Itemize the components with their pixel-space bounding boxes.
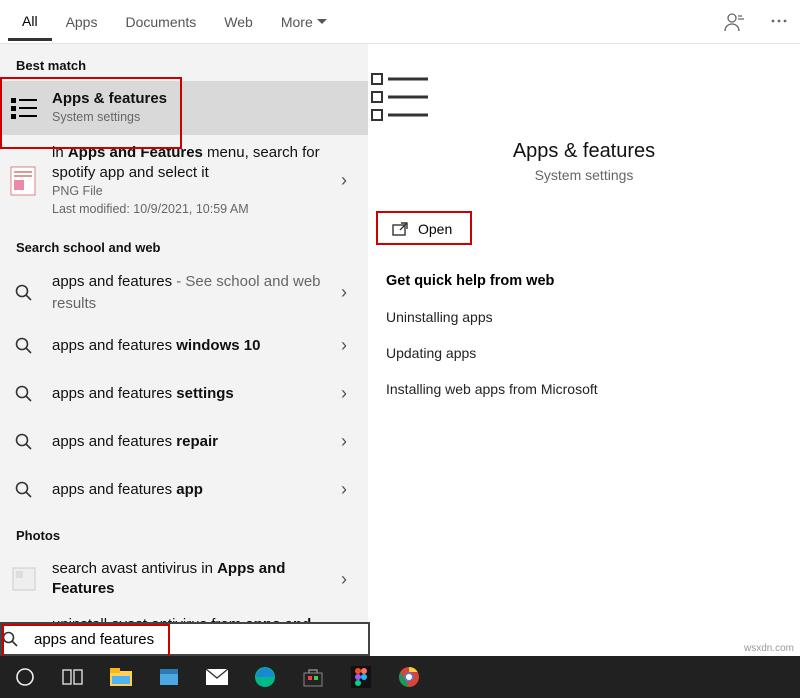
search-box[interactable] bbox=[0, 622, 370, 656]
result-png-file[interactable]: in Apps and Features menu, search for sp… bbox=[0, 135, 368, 227]
search-filter-tabs: All Apps Documents Web More bbox=[0, 0, 800, 44]
taskbar-cortana-icon[interactable] bbox=[12, 664, 38, 690]
chevron-right-icon[interactable]: › bbox=[332, 335, 356, 356]
chevron-right-icon[interactable]: › bbox=[332, 479, 356, 500]
section-best-match: Best match bbox=[0, 44, 368, 81]
settings-list-icon bbox=[368, 70, 800, 126]
result-file-kind: PNG File bbox=[52, 183, 328, 201]
chevron-right-icon[interactable]: › bbox=[332, 431, 356, 452]
chevron-right-icon[interactable]: › bbox=[332, 282, 356, 303]
taskbar-store-icon[interactable] bbox=[300, 664, 326, 690]
taskbar-chrome-icon[interactable] bbox=[396, 664, 422, 690]
section-photos: Photos bbox=[0, 514, 368, 551]
chevron-right-icon[interactable]: › bbox=[332, 569, 356, 590]
taskbar-app-icon[interactable] bbox=[156, 664, 182, 690]
web-result-0[interactable]: apps and features - See school and web r… bbox=[0, 263, 368, 322]
section-school-web: Search school and web bbox=[0, 226, 368, 263]
settings-list-icon bbox=[8, 92, 40, 124]
help-link-installing[interactable]: Installing web apps from Microsoft bbox=[368, 371, 800, 407]
search-icon bbox=[8, 378, 40, 410]
web-result-1[interactable]: apps and features windows 10 › bbox=[0, 322, 368, 370]
taskbar-mail-icon[interactable] bbox=[204, 664, 230, 690]
pane-title: Apps & features bbox=[368, 140, 800, 163]
search-icon bbox=[8, 277, 40, 309]
tab-more[interactable]: More bbox=[267, 4, 341, 39]
result-file-title: in Apps and Features menu, search for sp… bbox=[52, 143, 328, 184]
result-file-modified: Last modified: 10/9/2021, 10:59 AM bbox=[52, 201, 328, 219]
web-result-2[interactable]: apps and features settings › bbox=[0, 370, 368, 418]
taskbar-taskview-icon[interactable] bbox=[60, 664, 86, 690]
help-link-uninstalling[interactable]: Uninstalling apps bbox=[368, 299, 800, 335]
watermark: wsxdn.com bbox=[744, 643, 794, 654]
taskbar-explorer-icon[interactable] bbox=[108, 664, 134, 690]
search-input[interactable] bbox=[34, 624, 368, 654]
open-button[interactable]: Open bbox=[378, 213, 478, 245]
web-result-3[interactable]: apps and features repair › bbox=[0, 418, 368, 466]
help-link-updating[interactable]: Updating apps bbox=[368, 335, 800, 371]
results-list: Best match Apps & features System settin… bbox=[0, 44, 368, 656]
result-subtitle: System settings bbox=[52, 109, 328, 127]
search-icon bbox=[2, 631, 34, 647]
search-icon bbox=[8, 330, 40, 362]
pane-subtitle: System settings bbox=[368, 167, 800, 183]
account-icon[interactable] bbox=[724, 12, 746, 32]
taskbar-edge-icon[interactable] bbox=[252, 664, 278, 690]
tab-web[interactable]: Web bbox=[210, 4, 267, 39]
tab-more-label: More bbox=[281, 14, 313, 30]
tab-documents[interactable]: Documents bbox=[111, 4, 210, 39]
tab-apps[interactable]: Apps bbox=[52, 4, 112, 39]
result-title: Apps & features bbox=[52, 89, 328, 109]
photo-result-0[interactable]: search avast antivirus in Apps and Featu… bbox=[0, 551, 368, 608]
result-apps-and-features[interactable]: Apps & features System settings bbox=[0, 81, 368, 135]
search-icon bbox=[8, 474, 40, 506]
caret-down-icon bbox=[317, 19, 327, 25]
details-pane: Apps & features System settings Open Get… bbox=[368, 44, 800, 656]
web-result-4[interactable]: apps and features app › bbox=[0, 466, 368, 514]
taskbar-figma-icon[interactable] bbox=[348, 664, 374, 690]
chevron-right-icon[interactable]: › bbox=[332, 383, 356, 404]
help-header: Get quick help from web bbox=[368, 245, 800, 299]
search-icon bbox=[8, 426, 40, 458]
image-file-icon bbox=[8, 563, 40, 595]
open-icon bbox=[392, 222, 408, 236]
open-label: Open bbox=[418, 221, 452, 237]
image-file-icon bbox=[8, 165, 40, 197]
chevron-right-icon[interactable]: › bbox=[332, 170, 356, 191]
tab-all[interactable]: All bbox=[8, 3, 52, 41]
more-options-icon[interactable] bbox=[770, 12, 788, 32]
taskbar bbox=[0, 656, 800, 698]
